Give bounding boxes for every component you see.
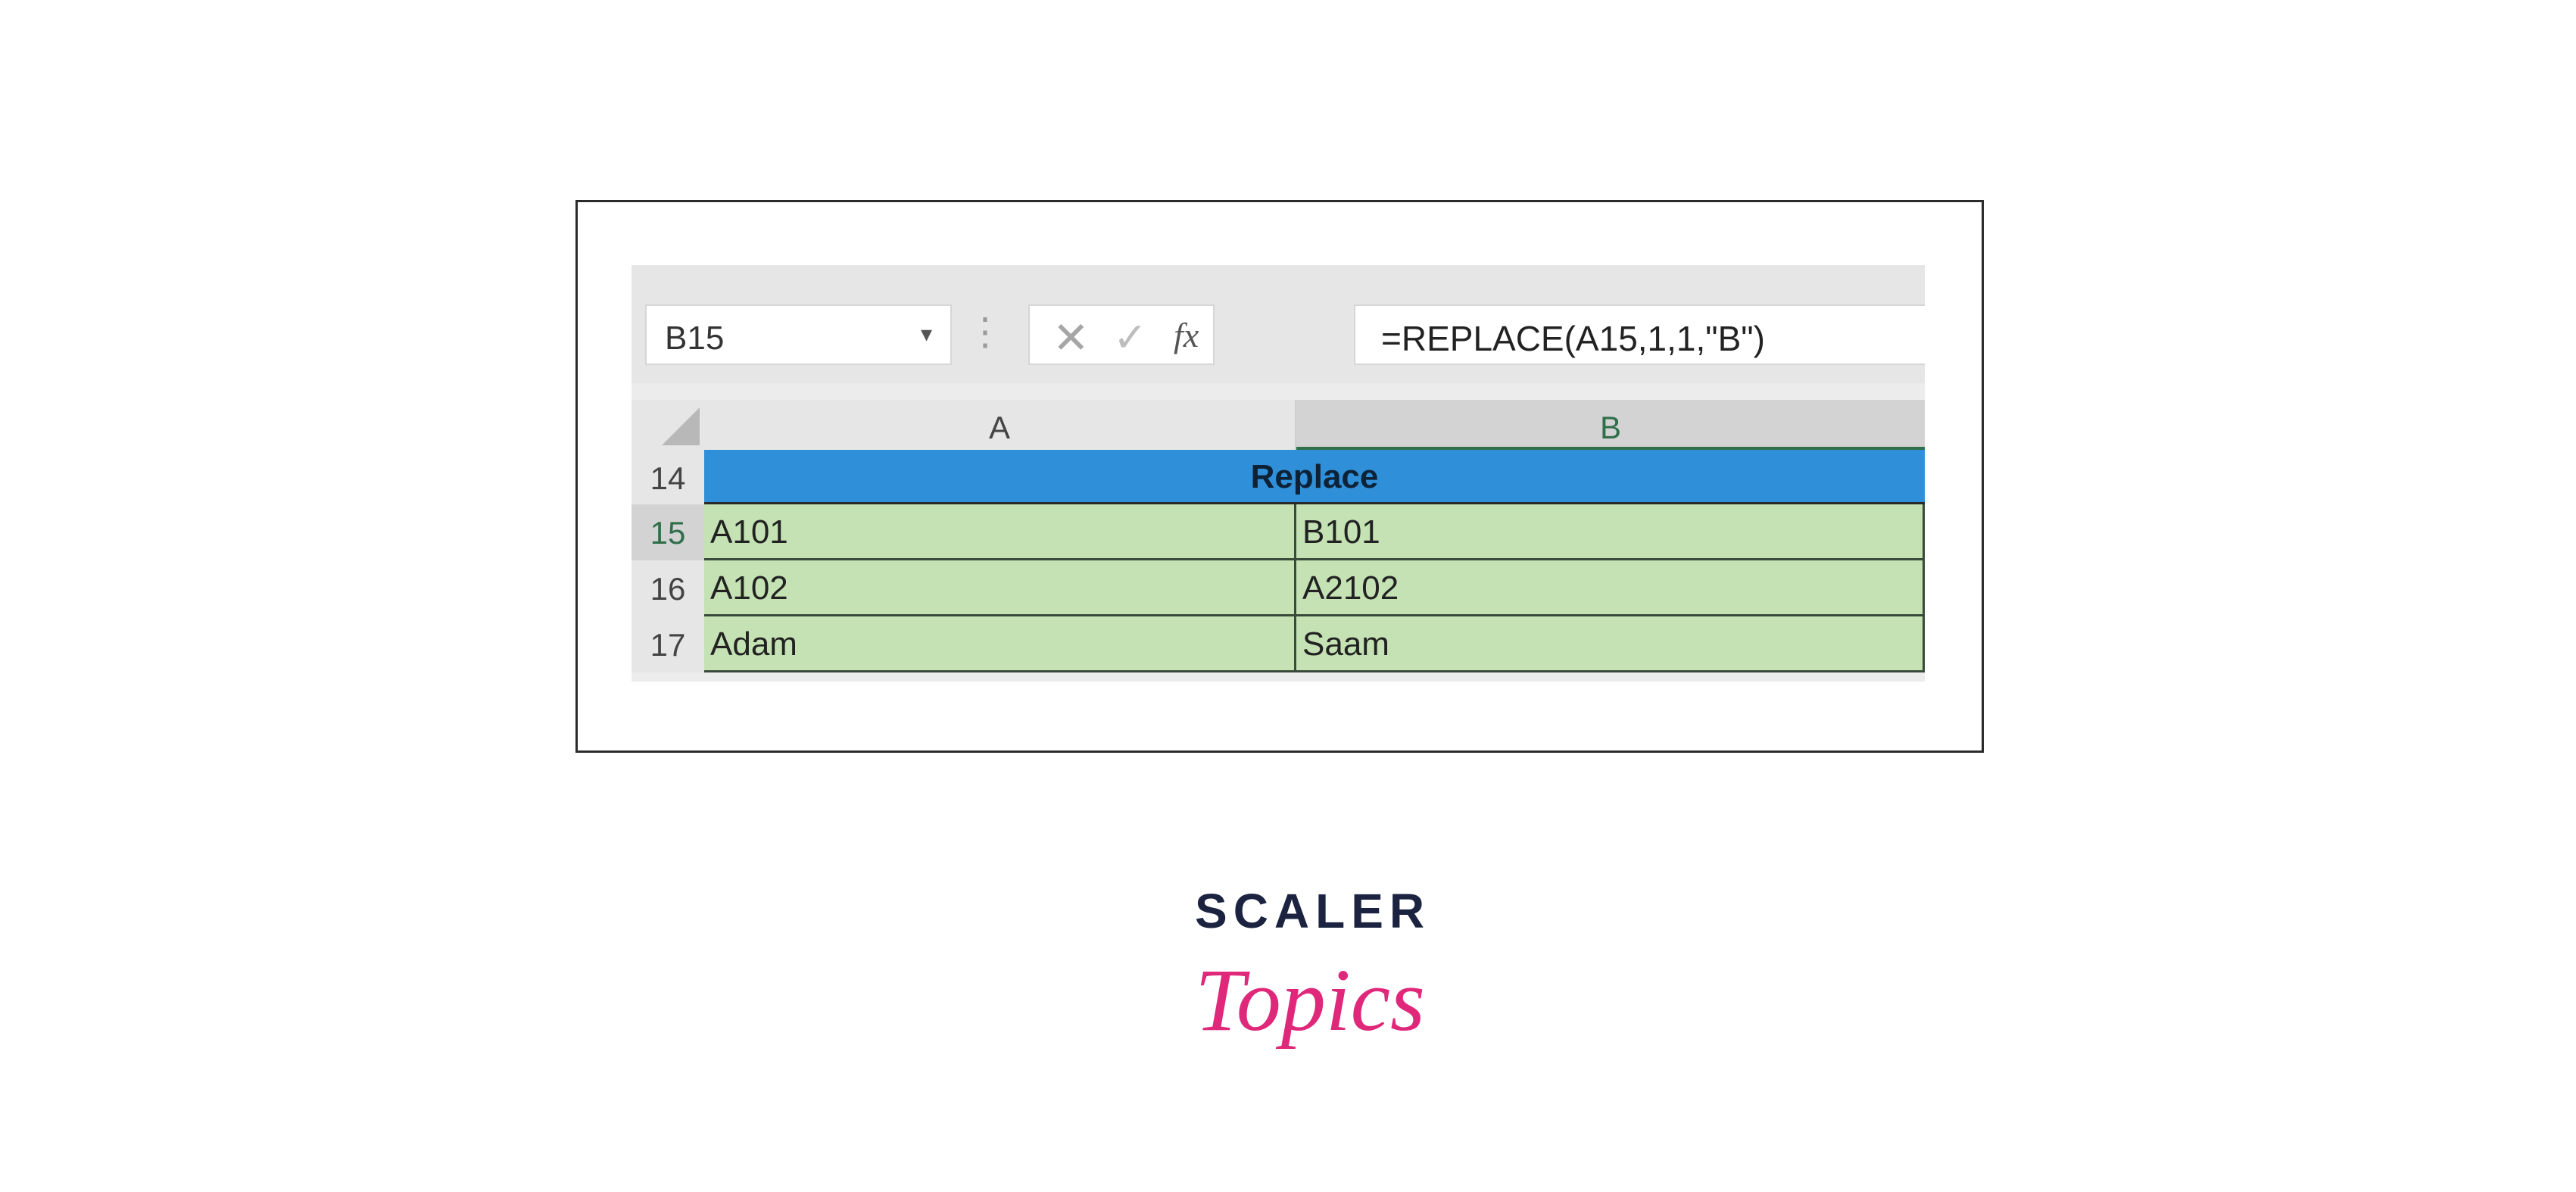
merged-header-cell[interactable]: Replace	[704, 450, 1925, 504]
select-all-icon	[662, 407, 700, 445]
logo-script-text: Topics	[1195, 950, 1425, 1050]
insert-function-icon[interactable]: fx	[1174, 315, 1199, 355]
name-box-value: B15	[665, 320, 725, 357]
row-header-14[interactable]: 14	[632, 450, 704, 506]
close-icon[interactable]: ✕	[1053, 312, 1090, 364]
cell-b16[interactable]: A2102	[1296, 560, 1925, 616]
formula-bar: B15 ▾ ⋮ ✕ ✓ fx =REPLACE(A15,1,1,"B")	[632, 265, 1925, 383]
select-all-corner[interactable]	[632, 400, 704, 450]
name-box[interactable]: B15 ▾	[645, 304, 952, 365]
drag-handle-icon[interactable]: ⋮	[966, 309, 1004, 354]
column-header-a[interactable]: A	[704, 400, 1296, 450]
formula-input[interactable]: =REPLACE(A15,1,1,"B")	[1354, 304, 1925, 365]
cell-b17[interactable]: Saam	[1296, 616, 1925, 672]
check-icon[interactable]: ✓	[1113, 314, 1147, 361]
cell-a16[interactable]: A102	[704, 560, 1296, 616]
cell-a17[interactable]: Adam	[704, 616, 1296, 672]
formula-text: =REPLACE(A15,1,1,"B")	[1381, 319, 1765, 358]
cell-b15[interactable]: B101	[1296, 504, 1925, 560]
logo-script: Topics	[1195, 950, 1425, 1050]
row-header-17[interactable]: 17	[632, 616, 704, 672]
chevron-down-icon[interactable]: ▾	[921, 321, 932, 348]
formula-buttons: ✕ ✓ fx	[1028, 304, 1215, 365]
cell-a15[interactable]: A101	[704, 504, 1296, 560]
excel-window: B15 ▾ ⋮ ✕ ✓ fx =REPLACE(A15,1,1,"B") A B…	[632, 265, 1925, 682]
column-header-b[interactable]: B	[1296, 400, 1925, 450]
row-header-16[interactable]: 16	[632, 560, 704, 616]
row-header-15[interactable]: 15	[632, 504, 704, 560]
